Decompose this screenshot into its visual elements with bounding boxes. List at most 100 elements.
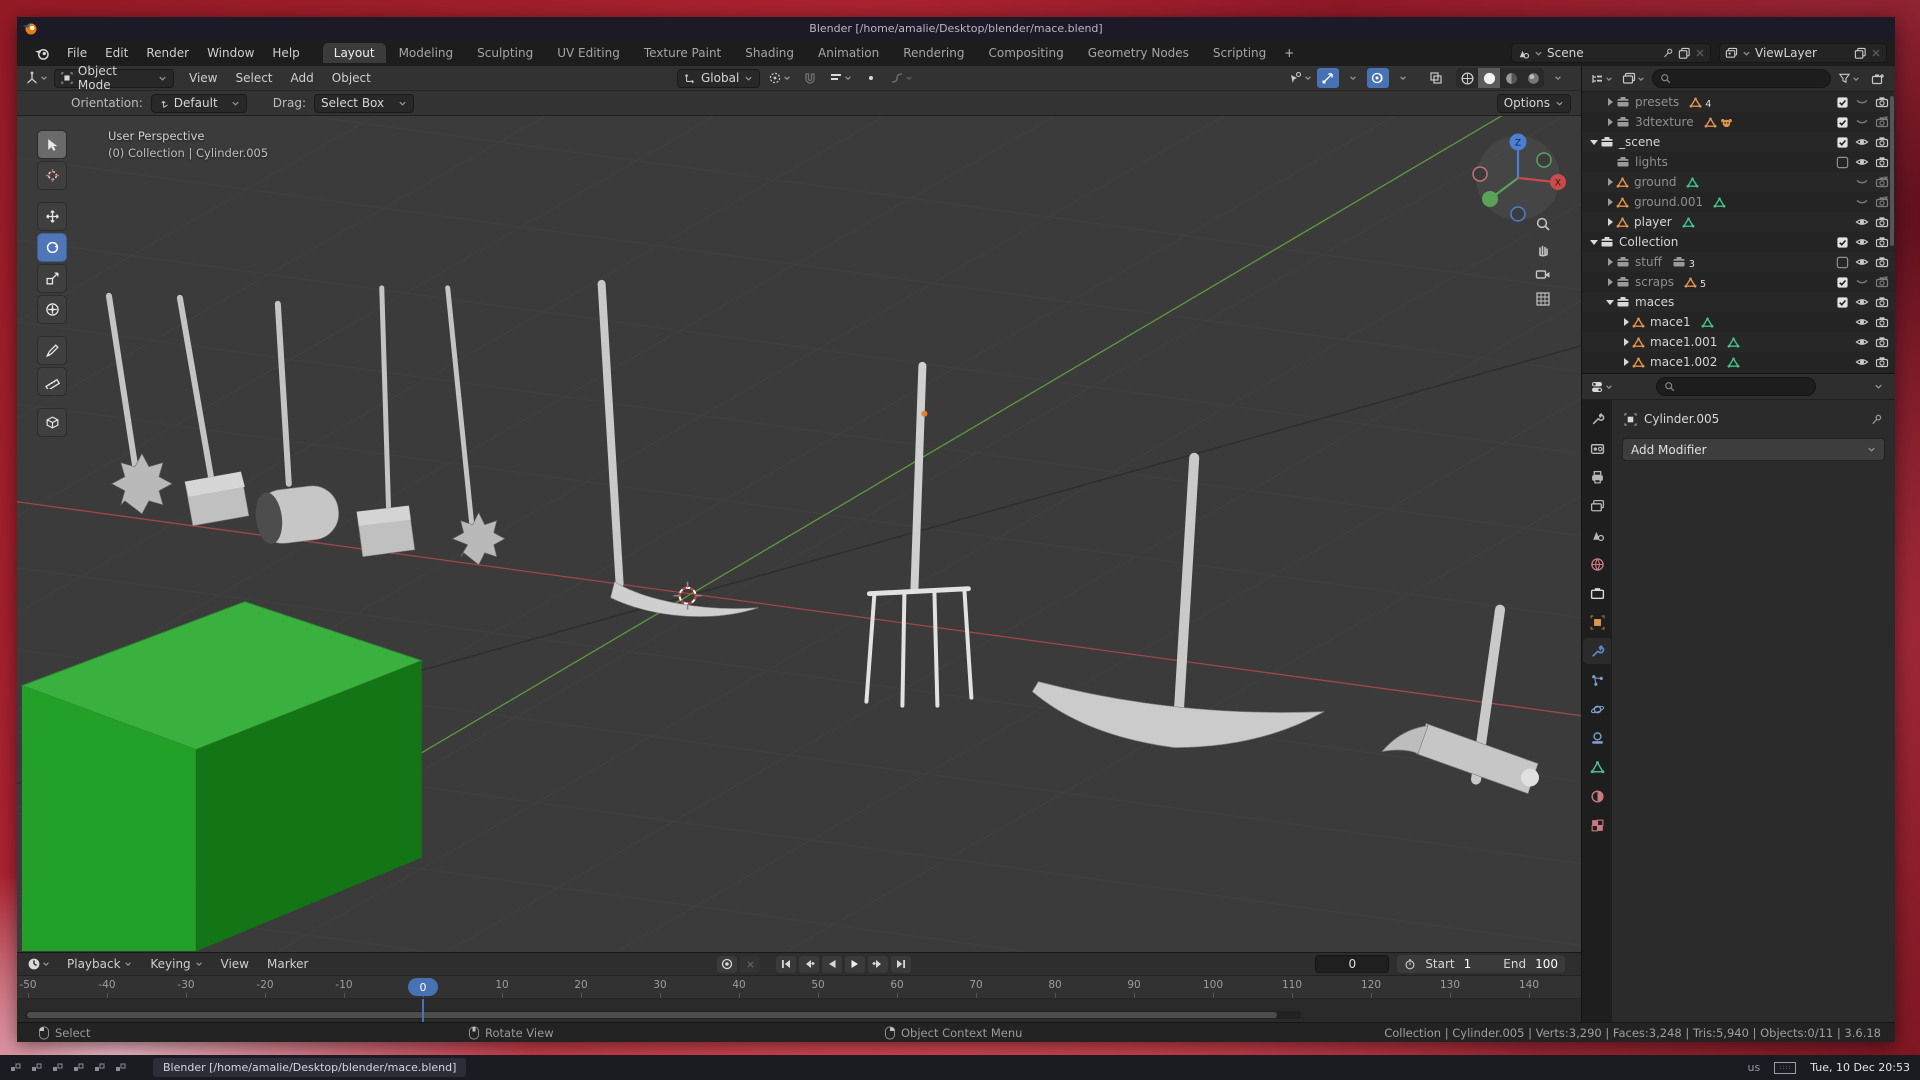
expand-icon[interactable]	[1620, 318, 1632, 326]
timeline-menu-view[interactable]: View	[212, 954, 258, 974]
expand-icon[interactable]	[1604, 218, 1616, 226]
tray-icon[interactable]: ::::	[1774, 1062, 1796, 1074]
outliner-row-mace1.001[interactable]: mace1.001	[1582, 332, 1895, 352]
tool-transform-button[interactable]	[37, 295, 67, 324]
menu-window[interactable]: Window	[198, 43, 263, 63]
menu-file[interactable]: File	[58, 43, 96, 63]
properties-tab-texture[interactable]	[1583, 812, 1611, 838]
play-button[interactable]	[845, 956, 865, 973]
properties-tab-scene[interactable]	[1583, 522, 1611, 548]
new-scene-icon[interactable]	[1678, 47, 1691, 60]
outliner-row-lights[interactable]: lights	[1582, 152, 1895, 172]
outliner-row-ground.001[interactable]: ground.001	[1582, 192, 1895, 212]
hide-in-viewport-toggle[interactable]	[1853, 255, 1871, 269]
workspace-tab-uv-editing[interactable]: UV Editing	[546, 43, 631, 63]
properties-tab-constraints[interactable]	[1583, 725, 1611, 751]
hide-in-viewport-toggle[interactable]	[1853, 275, 1871, 289]
tool-measure-button[interactable]	[37, 367, 67, 396]
outliner-row-_scene[interactable]: _scene	[1582, 132, 1895, 152]
disable-in-renders-toggle[interactable]	[1873, 275, 1891, 289]
viewport-menu-view[interactable]: View	[180, 68, 226, 88]
hide-in-viewport-toggle[interactable]	[1853, 155, 1871, 169]
workspace-tab-animation[interactable]: Animation	[807, 43, 890, 63]
exclude-checkbox[interactable]	[1833, 276, 1851, 289]
expand-icon[interactable]	[1620, 338, 1632, 346]
expand-icon[interactable]	[1604, 118, 1616, 126]
workspace-tab-scripting[interactable]: Scripting	[1202, 43, 1277, 63]
properties-tab-physics[interactable]	[1583, 696, 1611, 722]
disable-in-renders-toggle[interactable]	[1873, 335, 1891, 349]
menu-help[interactable]: Help	[263, 43, 308, 63]
timeline-hscrollbar[interactable]	[25, 1011, 1301, 1019]
show-overlays-toggle[interactable]	[1367, 68, 1389, 88]
overlays-dropdown[interactable]	[1392, 68, 1414, 88]
pan-hand-icon[interactable]	[1535, 241, 1551, 257]
outliner-row-stuff[interactable]: stuff3	[1582, 252, 1895, 272]
expand-icon[interactable]	[1620, 358, 1632, 366]
hide-in-viewport-toggle[interactable]	[1853, 115, 1871, 129]
shading-solid-button[interactable]	[1478, 68, 1500, 88]
hide-in-viewport-toggle[interactable]	[1853, 215, 1871, 229]
hide-in-viewport-toggle[interactable]	[1853, 335, 1871, 349]
workspace-tab-sculpting[interactable]: Sculpting	[466, 43, 544, 63]
play-reverse-button[interactable]	[822, 956, 842, 973]
outliner-row-player[interactable]: player	[1582, 212, 1895, 232]
add-workspace-button[interactable]: +	[1277, 43, 1301, 63]
outliner-row-scraps[interactable]: scraps5	[1582, 272, 1895, 292]
workspace-tab-layout[interactable]: Layout	[323, 43, 386, 63]
new-collection-button[interactable]	[1867, 69, 1889, 89]
properties-tab-view-layer[interactable]	[1583, 493, 1611, 519]
blender-menu-icon[interactable]	[25, 44, 58, 63]
hide-in-viewport-toggle[interactable]	[1853, 95, 1871, 109]
3d-viewport[interactable]: Z X User Perspective (0) Collection | Cy…	[17, 116, 1581, 952]
timeline-track[interactable]	[17, 999, 1581, 1022]
hide-in-viewport-toggle[interactable]	[1853, 175, 1871, 189]
transform-orientation-dropdown[interactable]: Global	[677, 69, 760, 88]
current-frame-field[interactable]: 0	[1315, 955, 1389, 973]
disable-in-renders-toggle[interactable]	[1873, 315, 1891, 329]
properties-options-dropdown[interactable]	[1867, 377, 1889, 397]
timeline-menu-keying[interactable]: Keying	[141, 954, 211, 974]
keying-set-button[interactable]	[740, 956, 760, 973]
previous-keyframe-button[interactable]	[799, 956, 819, 973]
auto-keying-toggle[interactable]	[717, 956, 737, 973]
tool-cursor-button[interactable]	[37, 161, 67, 190]
expand-icon[interactable]	[1604, 178, 1616, 186]
win-next-icon[interactable]	[52, 1062, 64, 1074]
win-stack-icon[interactable]	[73, 1062, 85, 1074]
next-keyframe-button[interactable]	[868, 956, 888, 973]
properties-tab-collection[interactable]	[1583, 580, 1611, 606]
tool-annotate-button[interactable]	[37, 336, 67, 365]
tool-add-cube-button[interactable]	[37, 408, 67, 437]
properties-search-input[interactable]	[1656, 377, 1816, 396]
hide-in-viewport-toggle[interactable]	[1853, 315, 1871, 329]
zoom-icon[interactable]	[1535, 216, 1551, 232]
disable-in-renders-toggle[interactable]	[1873, 175, 1891, 189]
workspace-tab-shading[interactable]: Shading	[734, 43, 805, 63]
expand-icon[interactable]	[1604, 258, 1616, 266]
remove-viewlayer-icon[interactable]	[1871, 48, 1881, 58]
viewport-menu-add[interactable]: Add	[282, 68, 323, 88]
frame-range-fields[interactable]: Start 1 End 100	[1397, 955, 1565, 973]
outliner-row-maces[interactable]: maces	[1582, 292, 1895, 312]
add-modifier-button[interactable]: Add Modifier	[1622, 438, 1885, 461]
collapse-icon[interactable]	[1588, 140, 1600, 145]
expand-icon[interactable]	[1604, 98, 1616, 106]
workspace-tab-texture-paint[interactable]: Texture Paint	[633, 43, 732, 63]
hide-in-viewport-toggle[interactable]	[1853, 355, 1871, 369]
outliner-row-mace1.002[interactable]: mace1.002	[1582, 352, 1895, 372]
outliner-row-mace1[interactable]: mace1	[1582, 312, 1895, 332]
outliner-filter-funnel-dropdown[interactable]	[1836, 69, 1862, 89]
playhead[interactable]: 0	[408, 978, 438, 996]
shading-dropdown[interactable]	[1547, 68, 1569, 88]
shading-material-button[interactable]	[1500, 68, 1522, 88]
tool-move-button[interactable]	[37, 202, 67, 231]
properties-tab-render[interactable]	[1583, 435, 1611, 461]
tool-rotate-button[interactable]	[37, 233, 67, 262]
xray-toggle[interactable]	[1425, 68, 1447, 88]
scene-selector[interactable]: Scene	[1511, 43, 1711, 63]
disable-in-renders-toggle[interactable]	[1873, 235, 1891, 249]
workspace-tab-geometry-nodes[interactable]: Geometry Nodes	[1077, 43, 1200, 63]
hide-in-viewport-toggle[interactable]	[1853, 295, 1871, 309]
keyboard-layout-indicator[interactable]: us	[1748, 1061, 1761, 1074]
